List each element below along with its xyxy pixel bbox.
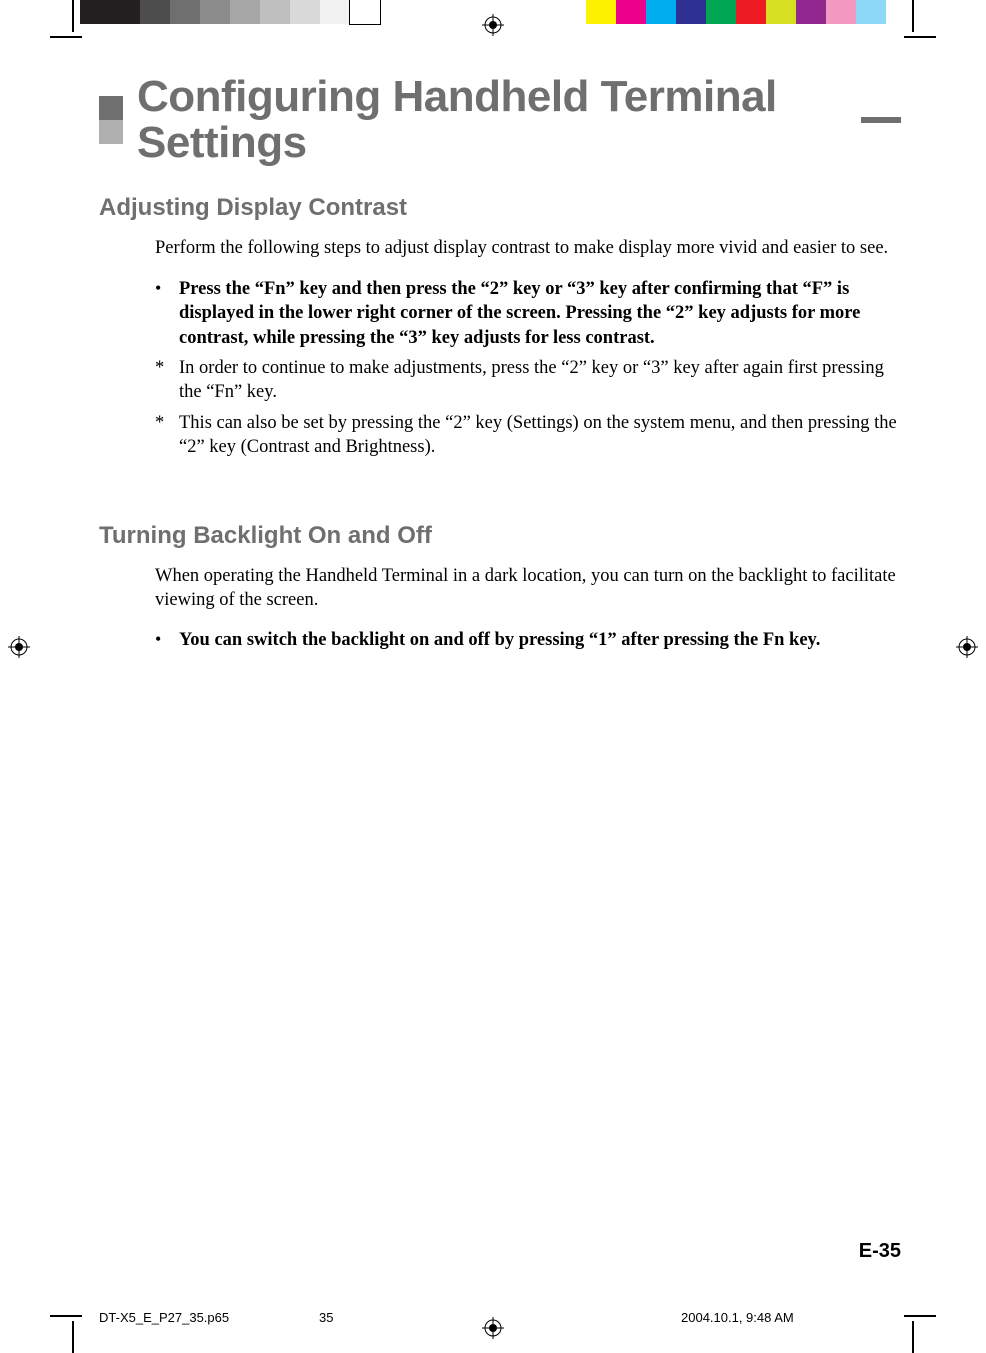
- crop-mark: [50, 36, 82, 38]
- bullet-text: You can switch the backlight on and off …: [179, 628, 901, 652]
- section-heading-backlight: Turning Backlight On and Off: [99, 522, 901, 550]
- section-body-contrast: Perform the following steps to adjust di…: [155, 236, 901, 459]
- printer-colorbar-color: [586, 0, 886, 24]
- crop-mark: [904, 1315, 936, 1317]
- crop-mark: [72, 0, 74, 32]
- bullet-item: • You can switch the backlight on and of…: [155, 628, 901, 652]
- footer-datetime: 2004.10.1, 9:48 AM: [681, 1310, 901, 1325]
- bullet-icon: •: [155, 277, 169, 350]
- note-text: In order to continue to make adjustments…: [179, 356, 901, 405]
- crop-mark: [904, 36, 936, 38]
- crop-mark: [72, 1321, 74, 1353]
- bullet-icon: •: [155, 628, 169, 652]
- crop-mark: [50, 1315, 82, 1317]
- bullet-text: Press the “Fn” key and then press the “2…: [179, 277, 901, 350]
- paragraph: When operating the Handheld Terminal in …: [155, 564, 901, 613]
- registration-mark-icon: [8, 636, 30, 658]
- note-item: * In order to continue to make adjustmen…: [155, 356, 901, 405]
- section-body-backlight: When operating the Handheld Terminal in …: [155, 564, 901, 653]
- section-heading-contrast: Adjusting Display Contrast: [99, 194, 901, 222]
- page-number: E-35: [859, 1240, 901, 1263]
- asterisk-icon: *: [155, 411, 169, 460]
- printer-colorbar-gray: [80, 0, 380, 24]
- registration-mark-icon: [482, 14, 504, 36]
- footer-slug: DT-X5_E_P27_35.p65 35 2004.10.1, 9:48 AM: [99, 1310, 901, 1325]
- footer-filename: DT-X5_E_P27_35.p65: [99, 1310, 319, 1325]
- chapter-ornament-icon: [99, 96, 123, 144]
- crop-mark: [912, 1321, 914, 1353]
- note-item: * This can also be set by pressing the “…: [155, 411, 901, 460]
- crop-mark: [912, 0, 914, 32]
- asterisk-icon: *: [155, 356, 169, 405]
- registration-mark-icon: [956, 636, 978, 658]
- chapter-title: Configuring Handheld Terminal Settings: [137, 74, 841, 166]
- chapter-heading: Configuring Handheld Terminal Settings: [99, 74, 901, 166]
- bullet-item: • Press the “Fn” key and then press the …: [155, 277, 901, 350]
- content-area: Configuring Handheld Terminal Settings A…: [99, 74, 901, 1263]
- chapter-dash-icon: [861, 117, 901, 123]
- paragraph: Perform the following steps to adjust di…: [155, 236, 901, 260]
- footer-page: 35: [319, 1310, 439, 1325]
- note-text: This can also be set by pressing the “2”…: [179, 411, 901, 460]
- page: Configuring Handheld Terminal Settings A…: [0, 0, 986, 1353]
